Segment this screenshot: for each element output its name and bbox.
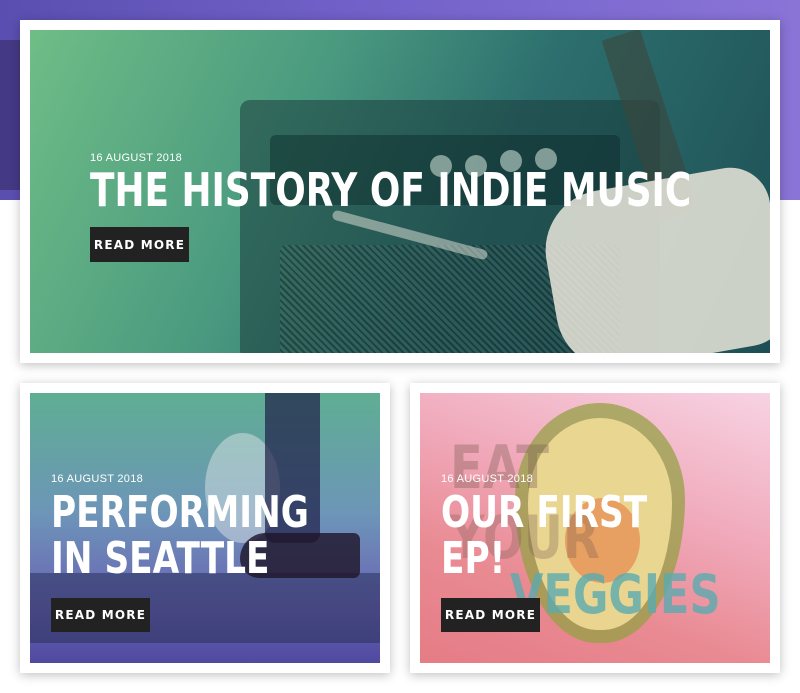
featured-post-card[interactable]: 16 AUGUST 2018 THE HISTORY OF INDIE MUSI…	[20, 20, 780, 363]
post-title-line: EP!	[441, 533, 506, 585]
post-image-first-ep: EAT YOUR VEGGIES 16 AUGUST 2018 OUR FIRS…	[420, 393, 770, 663]
read-more-button[interactable]: READ MORE	[51, 598, 150, 632]
featured-post-image: 16 AUGUST 2018 THE HISTORY OF INDIE MUSI…	[30, 30, 770, 353]
post-image-seattle: 16 AUGUST 2018 PERFORMING IN SEATTLE REA…	[30, 393, 380, 663]
post-card-first-ep[interactable]: EAT YOUR VEGGIES 16 AUGUST 2018 OUR FIRS…	[410, 383, 780, 673]
post-title-line: OUR FIRST	[441, 487, 648, 538]
post-title-line: IN SEATTLE	[51, 533, 270, 585]
read-more-button[interactable]: READ MORE	[441, 598, 540, 632]
post-title-line: PERFORMING	[51, 487, 309, 538]
post-title[interactable]: OUR FIRST EP!	[441, 487, 648, 585]
post-title[interactable]: THE HISTORY OF INDIE MUSIC	[90, 166, 691, 215]
post-title[interactable]: PERFORMING IN SEATTLE	[51, 487, 309, 585]
post-date: 16 AUGUST 2018	[441, 473, 534, 485]
post-card-seattle[interactable]: 16 AUGUST 2018 PERFORMING IN SEATTLE REA…	[20, 383, 390, 673]
post-date: 16 AUGUST 2018	[51, 473, 144, 485]
read-more-button[interactable]: READ MORE	[90, 227, 189, 262]
